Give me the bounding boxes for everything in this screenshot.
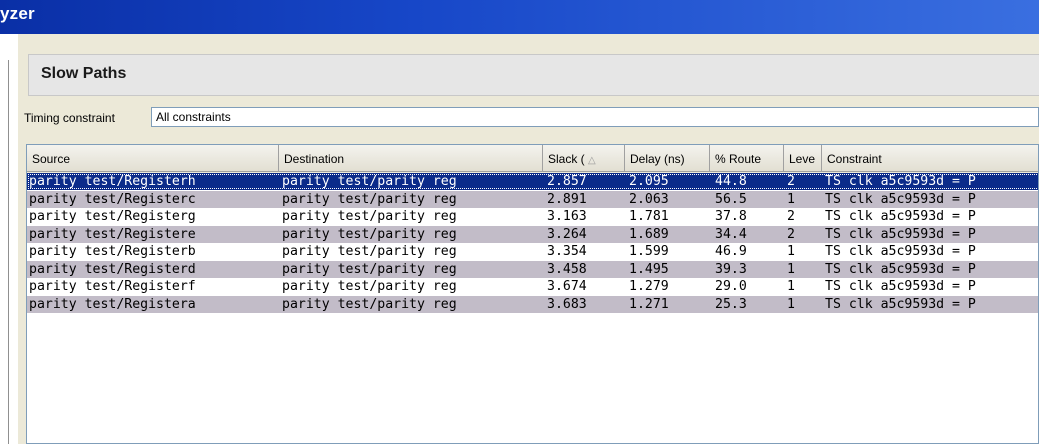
table-cell: 3.264: [547, 227, 587, 242]
column-header-route[interactable]: % Route: [710, 145, 784, 172]
table-cell: 1: [787, 297, 795, 312]
column-header-delay[interactable]: Delay (ns): [625, 145, 710, 172]
left-splitter[interactable]: [0, 34, 16, 444]
timing-constraint-dropdown[interactable]: All constraints: [151, 107, 1039, 127]
table-cell: 39.3: [715, 262, 747, 277]
table-cell: 3.458: [547, 262, 587, 277]
table-cell: parity test/Registerf: [29, 279, 196, 294]
table-cell: 37.8: [715, 209, 747, 224]
table-cell: 2: [787, 174, 795, 189]
table-cell: parity test/Registera: [29, 297, 196, 312]
column-header-source[interactable]: Source: [27, 145, 279, 172]
table-cell: TS clk a5c9593d = P: [825, 192, 976, 207]
table-cell: parity test/Registerc: [29, 192, 196, 207]
table-row[interactable]: parity test/Registerh parity test/parity …: [27, 173, 1038, 190]
table-cell: 1: [787, 244, 795, 259]
table-row[interactable]: parity test/Registerg parity test/parity …: [27, 208, 1038, 225]
window-title: yzer: [0, 4, 35, 23]
splitter-line: [8, 60, 9, 444]
table-cell: 1.781: [629, 209, 669, 224]
table-cell: 1.271: [629, 297, 669, 312]
table-cell: 34.4: [715, 227, 747, 242]
table-cell: 46.9: [715, 244, 747, 259]
table-cell: 1.279: [629, 279, 669, 294]
table-cell: 2.063: [629, 192, 669, 207]
table-cell: 2.857: [547, 174, 587, 189]
table-cell: TS clk a5c9593d = P: [825, 279, 976, 294]
table-cell: parity test/Registerb: [29, 244, 196, 259]
table-cell: 2: [787, 227, 795, 242]
table-cell: parity test/parity reg: [282, 279, 457, 294]
window-titlebar[interactable]: yzer: [0, 0, 1039, 34]
table-header: Source Destination Slack ( △ Delay (ns) …: [27, 145, 1038, 173]
table-cell: parity test/Registerh: [29, 174, 196, 189]
table-cell: 29.0: [715, 279, 747, 294]
table-cell: 3.683: [547, 297, 587, 312]
panel-header: Slow Paths: [28, 54, 1039, 96]
table-cell: TS clk a5c9593d = P: [825, 244, 976, 259]
table-cell: parity test/parity reg: [282, 209, 457, 224]
table-cell: 25.3: [715, 297, 747, 312]
table-cell: parity test/parity reg: [282, 244, 457, 259]
table-cell: 2.095: [629, 174, 669, 189]
table-cell: 1: [787, 262, 795, 277]
table-row[interactable]: parity test/Registera parity test/parity …: [27, 296, 1038, 313]
table-cell: 3.354: [547, 244, 587, 259]
table-cell: 1.599: [629, 244, 669, 259]
table-cell: TS clk a5c9593d = P: [825, 262, 976, 277]
column-header-slack[interactable]: Slack ( △: [543, 145, 625, 172]
table-cell: parity test/parity reg: [282, 297, 457, 312]
table-cell: 56.5: [715, 192, 747, 207]
table-row[interactable]: parity test/Registerf parity test/parity …: [27, 278, 1038, 295]
panel-title: Slow Paths: [41, 65, 127, 82]
table-row[interactable]: parity test/Registerc parity test/parity …: [27, 191, 1038, 208]
table-cell: parity test/parity reg: [282, 227, 457, 242]
column-header-destination[interactable]: Destination: [279, 145, 543, 172]
table-cell: parity test/parity reg: [282, 262, 457, 277]
table-cell: TS clk a5c9593d = P: [825, 297, 976, 312]
table-cell: 2: [787, 209, 795, 224]
table-cell: 1: [787, 279, 795, 294]
slow-paths-table: Source Destination Slack ( △ Delay (ns) …: [26, 144, 1039, 444]
table-row[interactable]: parity test/Registerd parity test/parity …: [27, 261, 1038, 278]
timing-constraint-row: Timing constraint All constraints: [24, 107, 1039, 129]
table-cell: parity test/Registerd: [29, 262, 196, 277]
column-header-constraint[interactable]: Constraint: [822, 145, 1038, 172]
table-cell: 1.495: [629, 262, 669, 277]
table-cell: 1: [787, 192, 795, 207]
table-cell: TS clk a5c9593d = P: [825, 227, 976, 242]
table-cell: parity test/parity reg: [282, 192, 457, 207]
sort-ascending-icon: △: [588, 155, 596, 166]
table-cell: 1.689: [629, 227, 669, 242]
table-row[interactable]: parity test/Registere parity test/parity …: [27, 226, 1038, 243]
table-cell: 44.8: [715, 174, 747, 189]
table-cell: 3.163: [547, 209, 587, 224]
table-cell: 3.674: [547, 279, 587, 294]
column-header-levels[interactable]: Leve: [784, 145, 822, 172]
table-cell: parity test/Registerg: [29, 209, 196, 224]
timing-constraint-label: Timing constraint: [24, 111, 115, 125]
slow-paths-panel: Slow Paths Timing constraint All constra…: [18, 34, 1039, 444]
table-cell: parity test/Registere: [29, 227, 196, 242]
table-cell: 2.891: [547, 192, 587, 207]
table-cell: TS clk a5c9593d = P: [825, 209, 976, 224]
table-cell: parity test/parity reg: [282, 174, 457, 189]
table-cell: TS clk a5c9593d = P: [825, 174, 976, 189]
table-row[interactable]: parity test/Registerb parity test/parity …: [27, 243, 1038, 260]
timing-constraint-value: All constraints: [156, 110, 231, 124]
